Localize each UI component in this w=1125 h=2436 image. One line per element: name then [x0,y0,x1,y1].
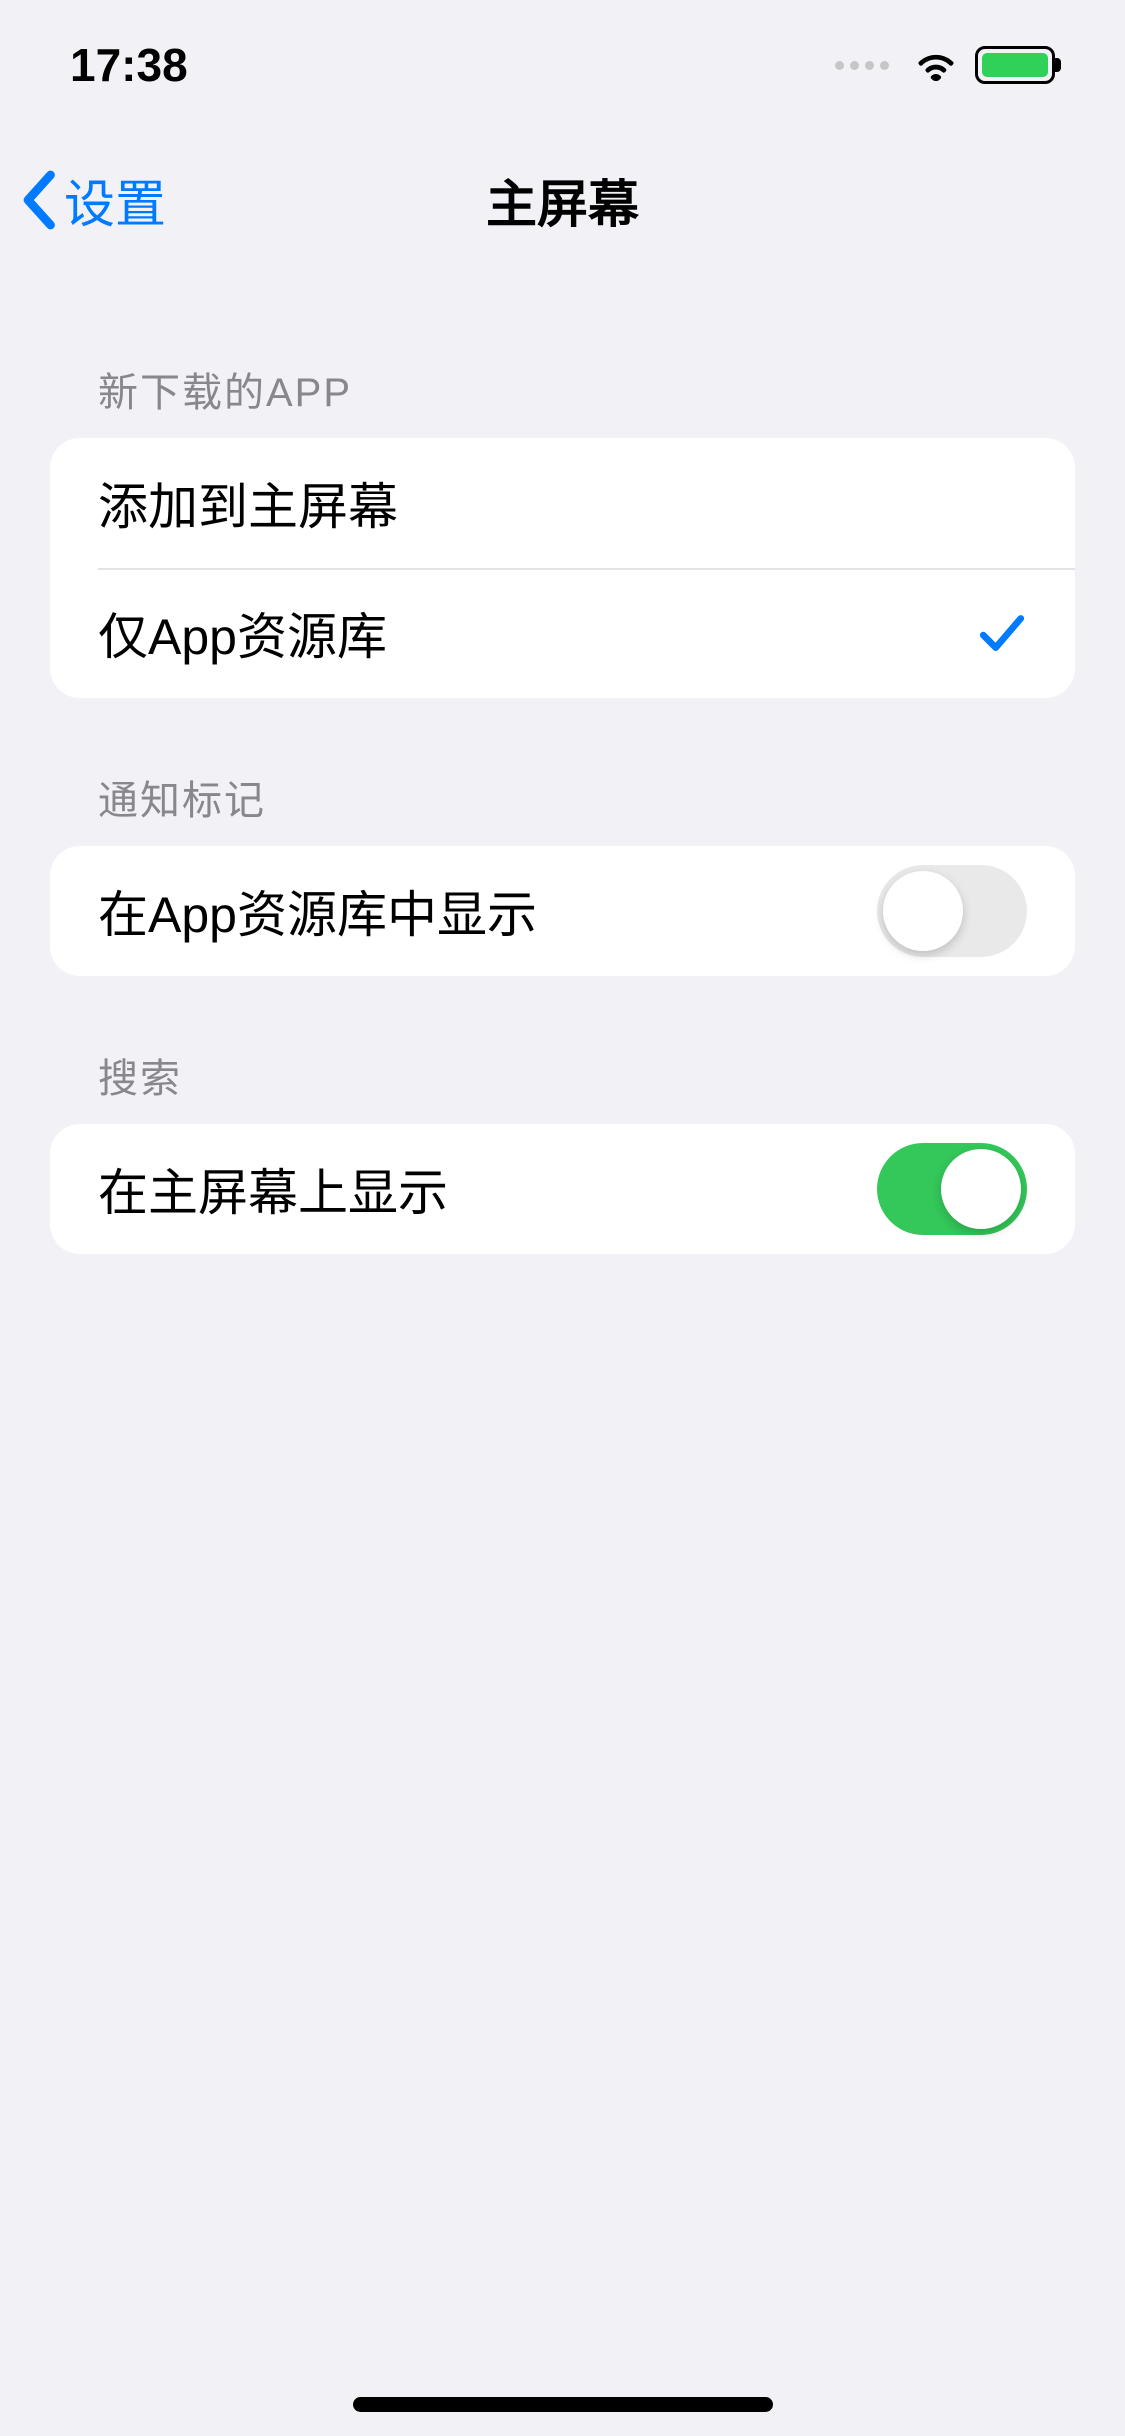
wifi-icon [913,48,959,82]
status-right [835,46,1055,84]
group: 添加到主屏幕 仅App资源库 [50,438,1075,698]
toggle-show-on-home[interactable] [877,1143,1027,1235]
cellular-dots-icon [835,61,889,70]
section-new-apps: 新下载的APP 添加到主屏幕 仅App资源库 [50,360,1075,698]
section-header: 通知标记 [50,768,1075,846]
status-bar: 17:38 [0,0,1125,130]
toggle-show-in-library[interactable] [877,865,1027,957]
section-header: 新下载的APP [50,360,1075,438]
content: 新下载的APP 添加到主屏幕 仅App资源库 通知标记 在App资源库中显示 [0,300,1125,1254]
row-show-on-home: 在主屏幕上显示 [50,1124,1075,1254]
section-header: 搜索 [50,1046,1075,1124]
row-label: 添加到主屏幕 [98,467,398,539]
group: 在App资源库中显示 [50,846,1075,976]
home-indicator [353,2397,773,2412]
row-label: 在App资源库中显示 [98,875,537,947]
group: 在主屏幕上显示 [50,1124,1075,1254]
section-search: 搜索 在主屏幕上显示 [50,1046,1075,1254]
row-show-in-library: 在App资源库中显示 [50,846,1075,976]
battery-icon [975,46,1055,84]
status-time: 17:38 [70,38,188,92]
option-app-library-only[interactable]: 仅App资源库 [50,568,1075,698]
nav-bar: 设置 主屏幕 [0,130,1125,270]
section-badges: 通知标记 在App资源库中显示 [50,768,1075,976]
row-label: 仅App资源库 [98,597,387,669]
option-add-to-home[interactable]: 添加到主屏幕 [50,438,1075,568]
checkmark-icon [977,611,1027,655]
back-label: 设置 [64,163,166,237]
page-title: 主屏幕 [0,163,1125,237]
chevron-left-icon [20,170,56,230]
row-label: 在主屏幕上显示 [98,1153,448,1225]
back-button[interactable]: 设置 [20,163,166,237]
